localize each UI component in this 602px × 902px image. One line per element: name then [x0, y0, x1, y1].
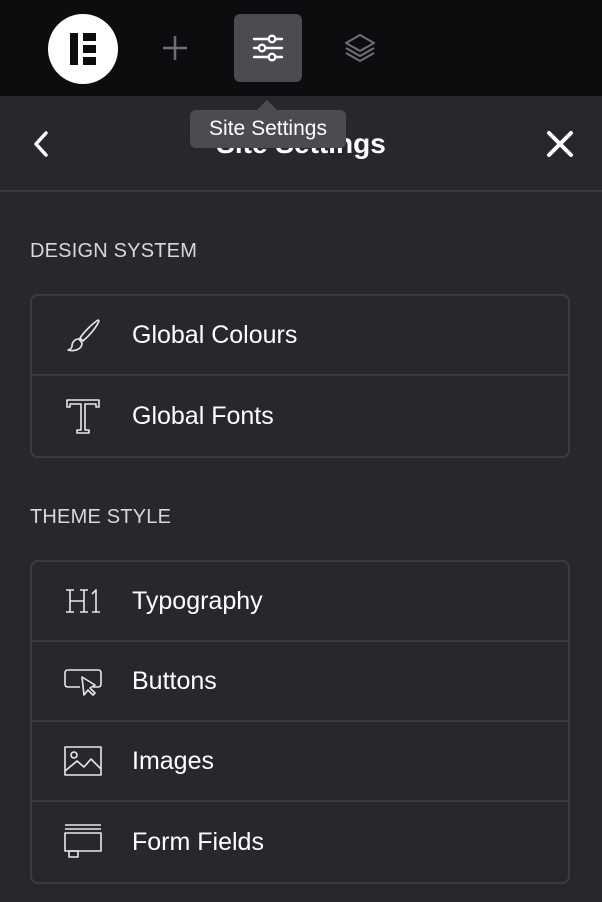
sliders-icon — [252, 34, 284, 62]
list-item-label: Images — [132, 746, 214, 775]
paintbrush-icon — [62, 314, 104, 356]
theme-style-group: Typography Buttons Images Form Fields — [30, 560, 570, 884]
list-item-label: Global Fonts — [132, 401, 274, 430]
section-title-design-system: DESIGN SYSTEM — [30, 240, 198, 262]
plus-icon — [163, 36, 187, 60]
list-item-form-fields[interactable]: Form Fields — [32, 802, 568, 882]
form-field-icon — [62, 821, 104, 863]
list-item-global-colours[interactable]: Global Colours — [32, 296, 568, 376]
list-item-label: Buttons — [132, 666, 217, 695]
elementor-logo-icon[interactable] — [48, 14, 118, 84]
list-item-label: Typography — [132, 586, 263, 615]
structure-button[interactable] — [326, 14, 394, 82]
list-item-label: Form Fields — [132, 827, 264, 856]
tooltip-arrow — [257, 100, 277, 110]
list-item-buttons[interactable]: Buttons — [32, 642, 568, 722]
close-icon — [547, 131, 573, 157]
list-item-images[interactable]: Images — [32, 722, 568, 802]
close-button[interactable] — [542, 126, 578, 162]
add-element-button[interactable] — [141, 14, 209, 82]
list-item-label: Global Colours — [132, 320, 298, 349]
section-title-theme-style: THEME STYLE — [30, 506, 172, 528]
site-settings-tooltip: Site Settings — [190, 110, 346, 148]
site-settings-button[interactable] — [234, 14, 302, 82]
top-toolbar — [0, 0, 602, 96]
list-item-typography[interactable]: Typography — [32, 562, 568, 642]
type-icon — [62, 395, 104, 437]
layers-icon — [345, 34, 375, 62]
image-icon — [62, 740, 104, 782]
design-system-group: Global Colours Global Fonts — [30, 294, 570, 458]
heading-h1-icon — [62, 580, 104, 622]
list-item-global-fonts[interactable]: Global Fonts — [32, 376, 568, 456]
button-cursor-icon — [62, 660, 104, 702]
